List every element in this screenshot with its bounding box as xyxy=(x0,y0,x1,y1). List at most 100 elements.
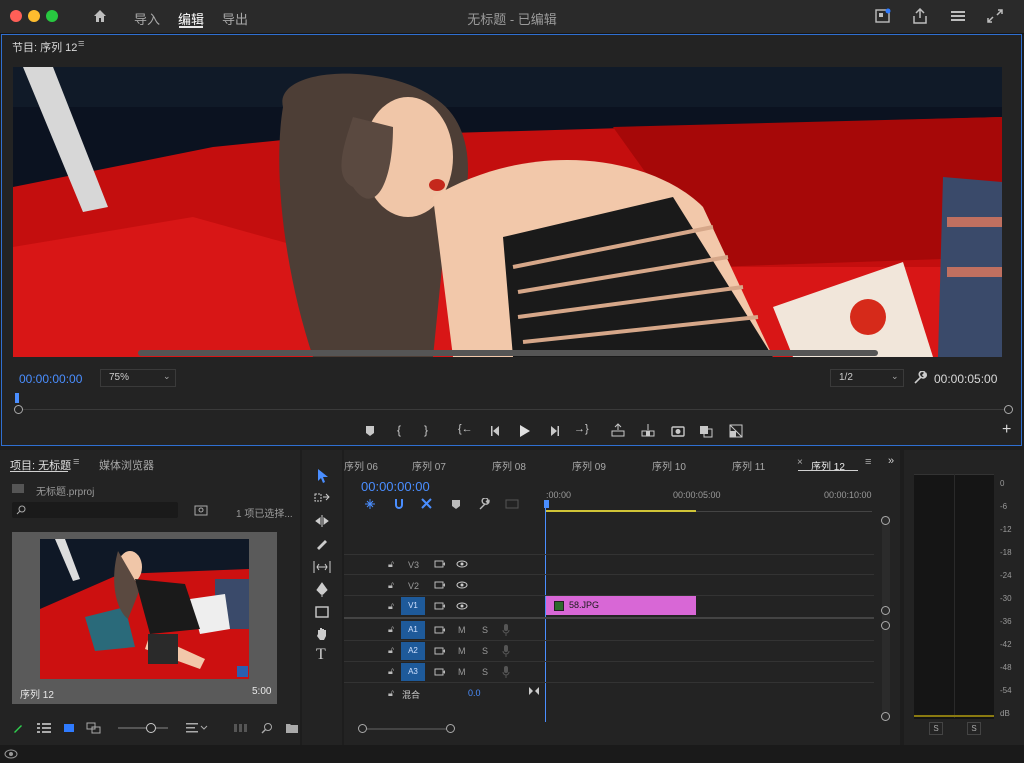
lock-icon[interactable]: 🔓︎ xyxy=(388,624,394,635)
solo-left-button[interactable]: S xyxy=(929,722,943,735)
list-view-icon[interactable] xyxy=(37,723,51,733)
eye-icon[interactable] xyxy=(456,560,468,568)
pen-tool-icon[interactable] xyxy=(315,582,329,598)
sync-lock-icon[interactable] xyxy=(434,646,446,656)
eye-icon[interactable] xyxy=(456,602,468,610)
mute-button[interactable]: M xyxy=(458,667,466,677)
workspaces-icon[interactable] xyxy=(949,8,967,24)
more-tabs-icon[interactable]: » xyxy=(888,455,894,467)
tab-sequence-07[interactable]: 序列 07 xyxy=(412,458,446,473)
sync-lock-icon[interactable] xyxy=(434,559,446,569)
tab-media-browser[interactable]: 媒体浏览器 xyxy=(99,457,154,473)
scroll-handle-bottom[interactable] xyxy=(881,712,890,721)
fullscreen-icon[interactable] xyxy=(986,8,1004,24)
slip-tool-icon[interactable] xyxy=(313,560,331,574)
wrench-icon[interactable] xyxy=(913,371,927,385)
sync-lock-icon[interactable] xyxy=(434,625,446,635)
lock-icon[interactable]: 🔓︎ xyxy=(388,559,394,570)
scroll-handle[interactable] xyxy=(881,606,890,615)
horizontal-scrollbar[interactable] xyxy=(362,728,452,730)
scroll-handle-top[interactable] xyxy=(881,516,890,525)
vertical-scrollbar[interactable] xyxy=(882,516,890,720)
go-to-in-icon[interactable]: {← xyxy=(458,423,473,435)
tab-sequence-09[interactable]: 序列 09 xyxy=(572,458,606,473)
icon-view-icon[interactable] xyxy=(63,722,75,734)
solo-right-button[interactable]: S xyxy=(967,722,981,735)
panel-menu-icon[interactable]: ≡ xyxy=(78,38,84,50)
zoom-slider[interactable] xyxy=(118,727,168,729)
hand-tool-icon[interactable] xyxy=(315,627,329,641)
mute-button[interactable]: M xyxy=(458,646,466,656)
mix-collapse-icon[interactable] xyxy=(528,686,540,696)
tab-sequence-11[interactable]: 序列 11 xyxy=(732,458,765,473)
solo-button[interactable]: S xyxy=(482,646,488,656)
scrub-end-handle[interactable] xyxy=(1004,405,1013,414)
sort-icon[interactable] xyxy=(186,722,208,734)
timeline-playhead-handle[interactable] xyxy=(544,500,549,508)
share-icon[interactable] xyxy=(911,8,929,24)
solo-button[interactable]: S xyxy=(482,667,488,677)
type-tool-icon[interactable]: T xyxy=(316,646,326,664)
project-item-card[interactable]: 序列 12 5:00 xyxy=(12,532,277,704)
pencil-icon[interactable] xyxy=(12,722,24,734)
lock-icon[interactable]: 🔓︎ xyxy=(388,580,394,591)
lock-icon[interactable]: 🔓︎ xyxy=(388,601,394,612)
zoom-slider-handle[interactable] xyxy=(146,723,156,733)
track-label-a2[interactable]: A2 xyxy=(401,642,425,660)
sync-lock-icon[interactable] xyxy=(434,667,446,677)
step-forward-icon[interactable] xyxy=(546,423,562,439)
program-current-timecode[interactable]: 00:00:00:00 xyxy=(19,372,82,386)
microphone-icon[interactable] xyxy=(502,666,510,678)
step-back-icon[interactable] xyxy=(488,423,504,439)
lock-icon[interactable]: 🔓︎ xyxy=(388,666,394,677)
timeline-settings-wrench-icon[interactable] xyxy=(478,498,490,510)
razor-tool-icon[interactable] xyxy=(315,537,329,551)
extract-icon[interactable] xyxy=(640,423,656,439)
quick-export-icon[interactable] xyxy=(874,8,892,24)
selection-tool-icon[interactable] xyxy=(316,468,330,484)
mute-button[interactable]: M xyxy=(458,625,466,635)
tab-sequence-08[interactable]: 序列 08 xyxy=(492,458,526,473)
ripple-edit-tool-icon[interactable] xyxy=(314,514,330,528)
snap-icon[interactable] xyxy=(393,498,405,510)
automate-to-sequence-icon[interactable] xyxy=(234,723,248,733)
track-label-a1[interactable]: A1 xyxy=(401,621,425,639)
vr-video-icon[interactable] xyxy=(728,423,744,439)
hscroll-handle-left[interactable] xyxy=(358,724,367,733)
export-frame-icon[interactable] xyxy=(670,423,686,439)
track-label-v1[interactable]: V1 xyxy=(401,597,425,615)
sync-lock-icon[interactable] xyxy=(434,580,446,590)
search-input[interactable] xyxy=(12,502,178,518)
tab-sequence-10[interactable]: 序列 10 xyxy=(652,458,686,473)
track-select-tool-icon[interactable] xyxy=(314,492,330,504)
comparison-view-icon[interactable] xyxy=(698,423,714,439)
zoom-dropdown[interactable]: 75% ⌄ xyxy=(100,369,176,387)
new-bin-icon[interactable] xyxy=(285,722,299,734)
panel-menu-icon[interactable]: ≡ xyxy=(865,456,871,468)
add-marker-icon[interactable] xyxy=(450,498,462,510)
panel-menu-icon[interactable]: ≡ xyxy=(73,456,79,468)
scroll-handle[interactable] xyxy=(881,621,890,630)
track-label-v3[interactable]: V3 xyxy=(408,560,419,570)
eye-icon[interactable] xyxy=(456,581,468,589)
microphone-icon[interactable] xyxy=(502,624,510,636)
mix-volume-value[interactable]: 0.0 xyxy=(468,688,481,698)
track-label-v2[interactable]: V2 xyxy=(408,581,419,591)
mark-in-icon[interactable]: { xyxy=(397,423,401,437)
go-to-out-icon[interactable]: →} xyxy=(574,423,589,435)
hscroll-handle-right[interactable] xyxy=(446,724,455,733)
add-marker-icon[interactable] xyxy=(362,423,378,439)
microphone-icon[interactable] xyxy=(502,645,510,657)
resolution-dropdown[interactable]: 1/2 ⌄ xyxy=(830,369,904,387)
tab-sequence-06[interactable]: 序列 06 xyxy=(344,458,378,473)
track-label-a3[interactable]: A3 xyxy=(401,663,425,681)
timeline-clip[interactable]: 58.JPG xyxy=(546,596,696,615)
insert-nest-icon[interactable] xyxy=(364,498,376,510)
freeform-view-icon[interactable] xyxy=(86,722,102,734)
work-area-bar[interactable] xyxy=(546,510,696,512)
scrub-start-handle[interactable] xyxy=(14,405,23,414)
solo-button[interactable]: S xyxy=(482,625,488,635)
lock-icon[interactable]: 🔓︎ xyxy=(388,645,394,656)
playhead-marker[interactable] xyxy=(15,393,19,403)
linked-selection-icon[interactable] xyxy=(421,498,433,510)
